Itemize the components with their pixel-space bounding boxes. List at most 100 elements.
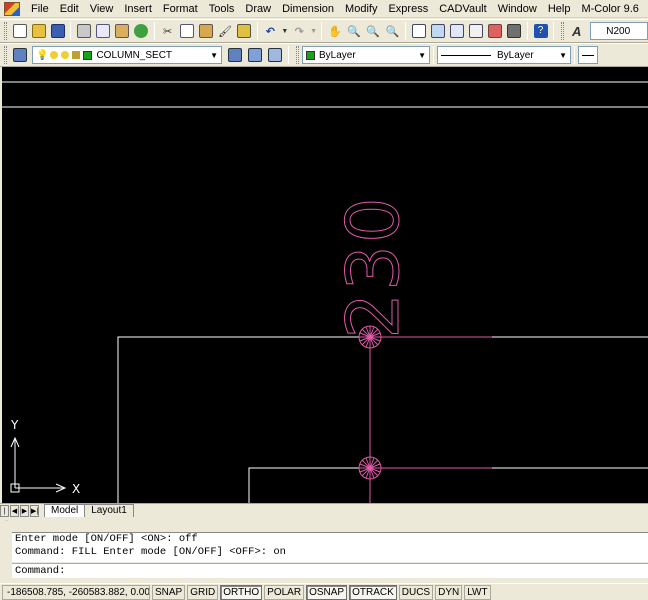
lwt-toggle[interactable]: LWT [464,584,491,600]
command-history: Enter mode [ON/OFF] <ON>: off Command: F… [12,532,648,562]
chevron-down-icon: ▼ [210,51,218,60]
layer-manager-icon[interactable] [11,46,29,64]
toolbar-grip[interactable] [296,46,299,64]
menu-tools[interactable]: Tools [204,0,241,18]
menu-file[interactable]: File [26,0,55,18]
open-icon[interactable] [30,22,47,40]
menu-window[interactable]: Window [493,0,543,18]
snap-toggle[interactable]: SNAP [152,584,186,600]
linetype-sample [441,54,491,56]
cut-icon[interactable]: ✂ [159,22,176,40]
layers-toolbar: 💡 COLUMN_SECT ▼ ByLayer ▼ ByLayer ▼ [0,43,648,67]
new-icon[interactable] [11,22,28,40]
menu-mcolor[interactable]: M-Color 9.6 [576,0,644,18]
drawing-svg: 230 Y X [2,81,648,503]
zoom-realtime-icon[interactable]: 🔍 [346,22,363,40]
print-icon[interactable] [75,22,92,40]
prev-tab-button[interactable]: ◀ [10,505,19,517]
dyn-toggle[interactable]: DYN [435,584,463,600]
3d-dwf-icon[interactable] [133,22,150,40]
drawing-area[interactable]: 230 Y X [2,67,648,503]
coordinate-readout[interactable]: -186508.785, -260583.882, 0.000 [2,584,150,600]
toolbar-grip[interactable] [561,22,565,40]
toolbar-grip[interactable] [4,46,7,64]
layer-color-swatch [83,50,93,60]
text-style-icon[interactable]: A [568,22,585,40]
menu-view[interactable]: View [85,0,120,18]
menu-cadvault[interactable]: CADVault [434,0,492,18]
menu-edit[interactable]: Edit [55,0,85,18]
layer-combo[interactable]: 💡 COLUMN_SECT ▼ [32,46,222,64]
layer-lock-icon [72,51,81,59]
layer-name: COLUMN_SECT [96,49,173,61]
layer-states-icon[interactable] [266,46,284,64]
design-center-icon[interactable] [429,22,446,40]
layer-previous-icon[interactable] [246,46,264,64]
toolbar-separator [433,46,434,64]
block-editor-icon[interactable] [236,22,253,40]
autocad-app-icon[interactable] [4,1,20,16]
help-icon[interactable]: ? [532,22,549,40]
redo-icon[interactable]: ↷ [291,22,308,40]
color-combo[interactable]: ByLayer ▼ [302,46,430,64]
text-style-combo[interactable]: N200 [590,22,648,40]
save-icon[interactable] [49,22,66,40]
lineweight-sample [582,54,594,56]
toolbar-grip[interactable] [4,22,7,40]
toolbar-separator [405,22,407,40]
first-tab-button[interactable]: |◀ [0,505,9,527]
color-swatch [306,50,315,60]
undo-dropdown-icon[interactable]: ▼ [281,22,289,40]
standard-toolbar: ✂ 🖌 ↶ ▼ ↷ ▼ ✋ 🔍 🔍 🔍 ? A N200 [0,19,648,43]
make-object-layer-current-icon[interactable] [226,46,244,64]
menu-help[interactable]: Help [543,0,577,18]
properties-icon[interactable] [410,22,427,40]
match-properties-icon[interactable]: 🖌 [217,22,234,40]
last-tab-button[interactable]: ▶| [30,505,39,517]
otrack-toggle[interactable]: OTRACK [349,584,397,600]
menu-format[interactable]: Format [158,0,204,18]
osnap-toggle[interactable]: OSNAP [306,584,348,600]
linetype-value: ByLayer [497,49,534,61]
zoom-previous-icon[interactable]: 🔍 [384,22,401,40]
plot-preview-icon[interactable] [95,22,112,40]
calculator-icon[interactable] [506,22,523,40]
column-marker[interactable] [358,456,382,480]
redo-dropdown-icon[interactable]: ▼ [310,22,318,40]
tool-palettes-icon[interactable] [448,22,465,40]
command-history-line: Enter mode [ON/OFF] <ON>: off [15,533,198,545]
sheet-set-icon[interactable] [467,22,484,40]
menu-modify[interactable]: Modify [340,0,383,18]
tab-layout1[interactable]: Layout1 [84,504,134,517]
menu-insert[interactable]: Insert [119,0,158,18]
toolbar-separator [321,22,323,40]
menu-express[interactable]: Express [383,0,434,18]
lineweight-combo[interactable] [578,46,598,64]
zoom-window-icon[interactable]: 🔍 [365,22,382,40]
command-input[interactable]: Command: [12,563,648,578]
tab-model[interactable]: Model [44,504,86,517]
layer-vp-thaw-icon [61,51,70,59]
toolbar-separator [70,22,72,40]
markup-icon[interactable] [487,22,504,40]
ucs-y-label: Y [10,418,19,432]
linetype-combo[interactable]: ByLayer ▼ [437,46,571,64]
pan-icon[interactable]: ✋ [326,22,343,40]
menu-dimension[interactable]: Dimension [277,0,340,18]
paste-icon[interactable] [197,22,214,40]
polar-toggle[interactable]: POLAR [264,584,305,600]
next-tab-button[interactable]: ▶ [20,505,29,517]
menu-bar: File Edit View Insert Format Tools Draw … [0,0,648,18]
chevron-down-icon: ▼ [559,51,567,60]
chevron-down-icon: ▼ [418,51,426,60]
undo-icon[interactable]: ↶ [262,22,279,40]
ducs-toggle[interactable]: DUCS [398,584,434,600]
copy-icon[interactable] [178,22,195,40]
menu-draw[interactable]: Draw [240,0,277,18]
grid-toggle[interactable]: GRID [187,584,219,600]
publish-icon[interactable] [114,22,131,40]
layout-tabs: |◀ ◀ ▶ ▶| Model Layout1 [0,503,648,527]
text-style-value: N200 [606,25,631,37]
ortho-toggle[interactable]: ORTHO [220,584,263,600]
dimension-label-230[interactable]: 230 [331,195,416,339]
